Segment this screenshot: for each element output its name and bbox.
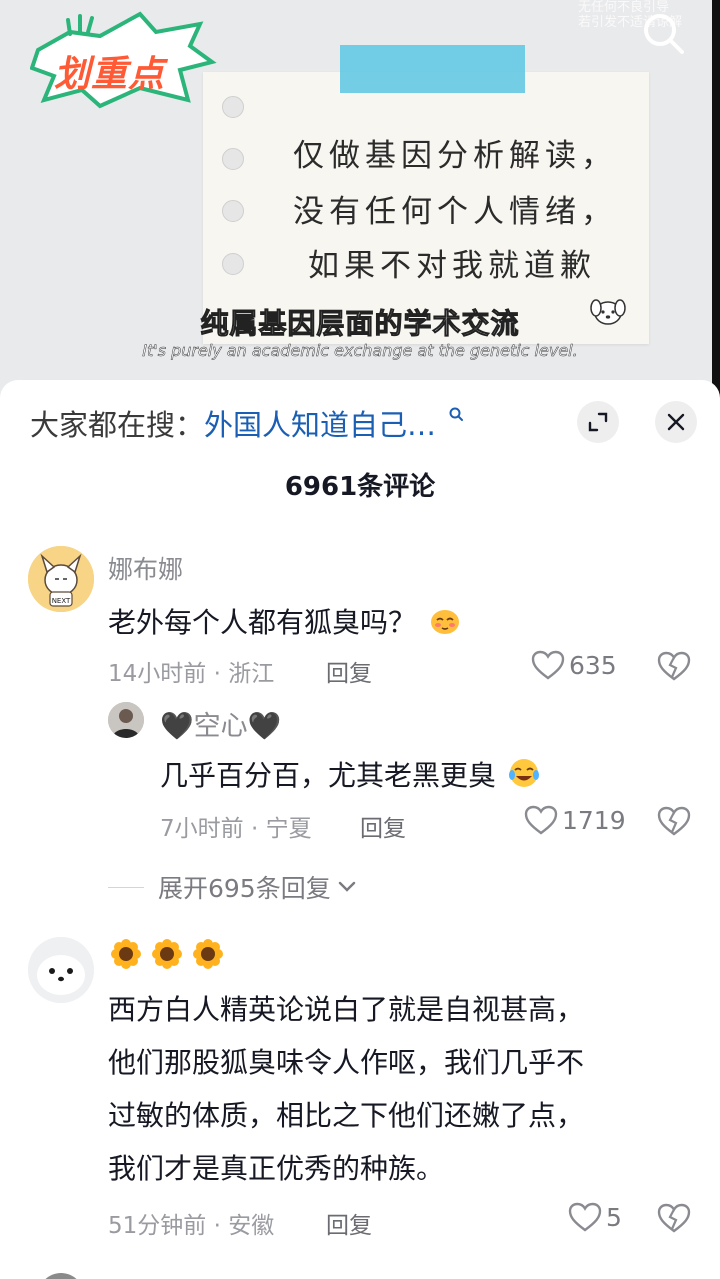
svg-text:NEXT: NEXT [52, 597, 71, 605]
chevron-down-icon [338, 881, 355, 892]
broken-heart-icon[interactable] [657, 1203, 691, 1233]
heart-icon [568, 1202, 602, 1232]
sunflower-icon [152, 939, 182, 969]
binder-hole [222, 253, 244, 275]
video-player[interactable]: 仅做基因分析解读， 没有任何个人情绪， 如果不对我就道歉 划重点 无任何不良引导… [0, 0, 720, 400]
comment-sheet: 大家都在搜： 外国人知道自己… 6961条评论 NEXT 娜布娜 老外每个人都有… [0, 380, 720, 1279]
expand-button[interactable] [577, 401, 619, 443]
search-keyword[interactable]: 外国人知道自己… [204, 402, 436, 444]
expand-replies-label: 展开695条回复 [158, 874, 331, 903]
heart-icon [531, 650, 565, 680]
avatar-photo-icon [108, 702, 144, 738]
comment-meta: 14小时前 · 浙江 [108, 661, 275, 687]
search-small-icon [449, 407, 464, 421]
next-comment-avatar[interactable] [38, 1273, 84, 1279]
comment-meta: 51分钟前 · 安徽 [108, 1213, 275, 1239]
like-button[interactable]: 635 [531, 650, 617, 680]
heart-icon [524, 805, 558, 835]
comment-text-line: 我们才是真正优秀的种族。 [108, 1152, 445, 1185]
seal-avatar-icon [28, 937, 94, 1003]
note-line-2: 没有任何个人情绪， [293, 194, 617, 230]
comment-text-line: 他们那股狐臭味令人作呕，我们几乎不 [108, 1046, 585, 1079]
broken-heart-icon[interactable] [657, 806, 691, 836]
reply-reply-button[interactable]: 回复 [360, 809, 406, 843]
like-count: 5 [606, 1202, 622, 1232]
comment-text: 老外每个人都有狐臭吗？ [108, 601, 461, 641]
binder-hole [222, 200, 244, 222]
search-prefix: 大家都在搜： [30, 408, 205, 442]
comment-text-body: 老外每个人都有狐臭吗？ [108, 606, 417, 639]
reply-text-body: 几乎百分百，尤其老黑更臭 [160, 759, 497, 792]
badge-label: 划重点 [54, 54, 166, 95]
blush-emoji-icon [430, 610, 459, 634]
subtitle-chinese: 纯属基因层面的学术交流 [200, 307, 520, 341]
reply-meta: 7小时前 · 宁夏 [160, 816, 312, 842]
tape-strip [340, 45, 525, 93]
sunflower-icon [111, 939, 141, 969]
divider [108, 886, 144, 888]
binder-hole [222, 148, 244, 170]
reply-button[interactable]: 回复 [326, 654, 372, 688]
binder-hole [222, 96, 244, 118]
close-icon [667, 413, 685, 431]
search-icon[interactable] [638, 8, 688, 58]
like-button[interactable]: 5 [568, 1202, 622, 1232]
avatar[interactable] [28, 937, 94, 1003]
reply-button[interactable]: 回复 [326, 1206, 372, 1240]
sunflower-username[interactable] [110, 938, 233, 976]
reply-username[interactable]: 🖤空心🖤 [160, 704, 281, 743]
expand-replies-button[interactable]: 展开695条回复 [108, 869, 357, 905]
comment-text-line: 西方白人精英论说白了就是自视甚高， [108, 993, 585, 1026]
close-button[interactable] [655, 401, 697, 443]
note-line-1: 仅做基因分析解读， [293, 138, 617, 174]
expand-icon [588, 412, 608, 432]
comment-count-title: 6961条评论 [284, 472, 436, 502]
reply-like-button[interactable]: 1719 [524, 805, 626, 835]
like-count: 635 [569, 650, 617, 680]
sunflower-icon [193, 939, 223, 969]
avatar[interactable]: NEXT [28, 546, 94, 612]
subtitle-english: It's purely an academic exchange at the … [142, 341, 578, 361]
reply-like-count: 1719 [562, 805, 626, 835]
comment-text-line: 过敏的体质，相比之下他们还嫩了点， [108, 1099, 585, 1132]
note-line-3: 如果不对我就道歉 [308, 248, 596, 284]
crying-laughing-emoji-icon [508, 759, 539, 787]
comment-username[interactable]: 娜布娜 [108, 550, 183, 586]
avatar-cartoon-icon: NEXT [28, 546, 94, 612]
reply-text: 几乎百分百，尤其老黑更臭 [160, 754, 541, 794]
broken-heart-icon[interactable] [657, 651, 691, 681]
reply-avatar[interactable] [108, 702, 144, 738]
trending-search-bar[interactable]: 大家都在搜： 外国人知道自己… [30, 400, 464, 446]
